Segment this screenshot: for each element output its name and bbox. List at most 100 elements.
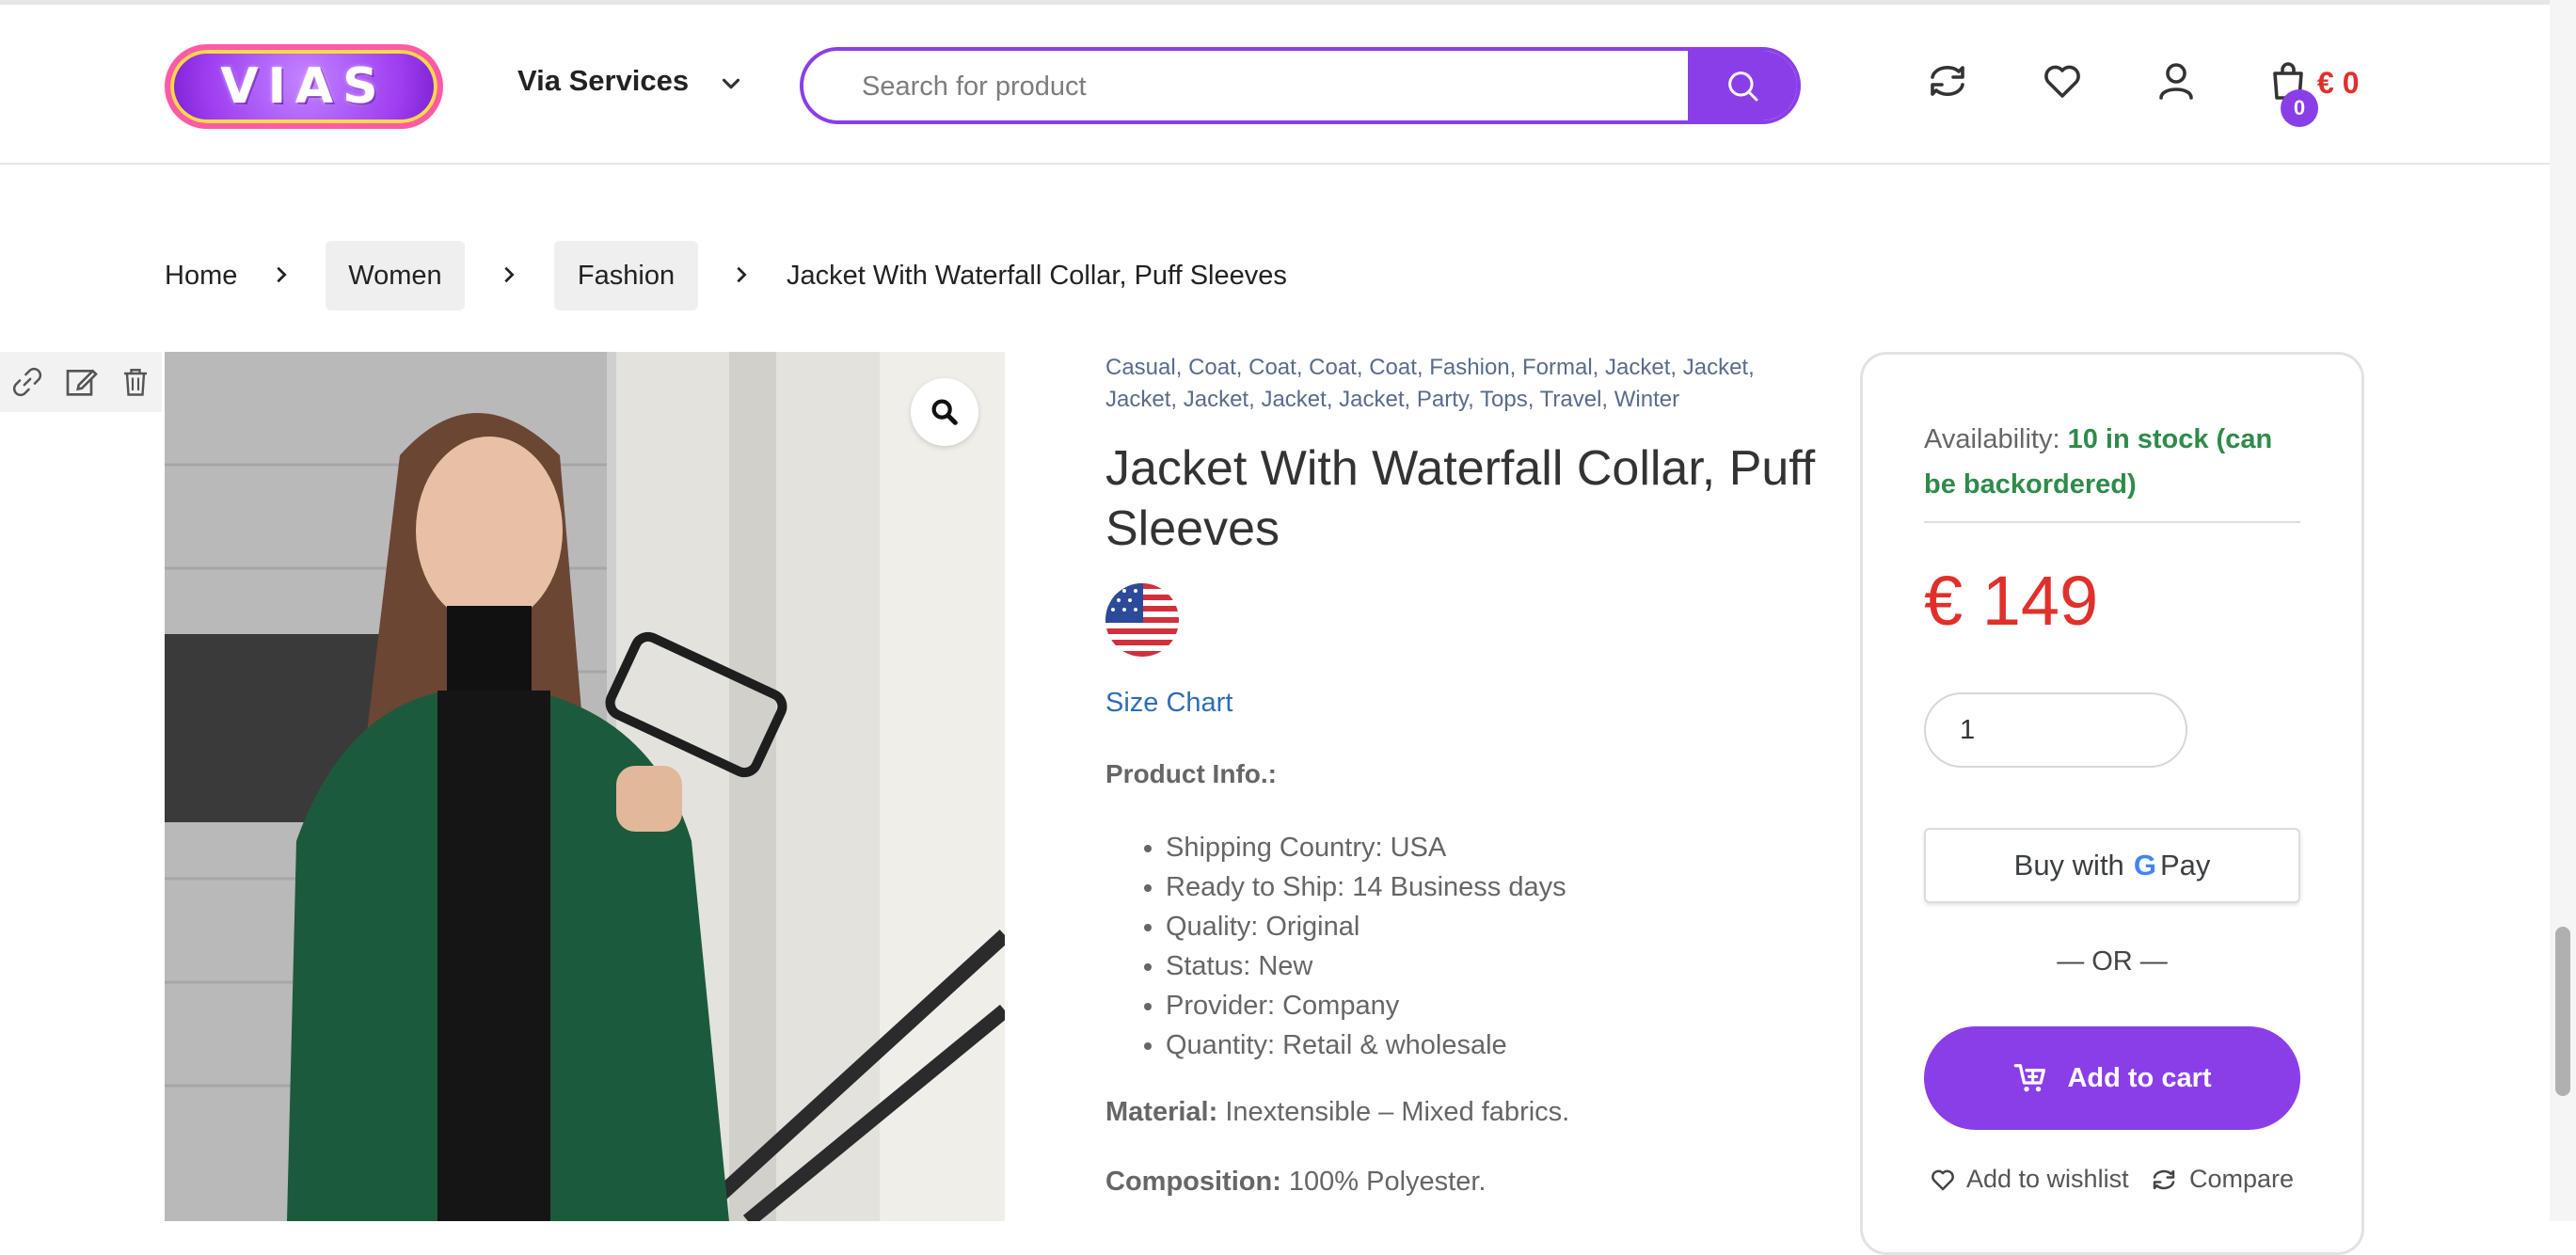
tag-separator: , — [1296, 355, 1310, 380]
link-icon[interactable] — [9, 364, 45, 400]
tag-separator: , — [1601, 387, 1614, 412]
breadcrumb-women[interactable]: Women — [326, 241, 465, 310]
tag-separator: , — [1170, 387, 1184, 412]
breadcrumb-current: Jacket With Waterfall Collar, Puff Sleev… — [787, 261, 1287, 291]
compare-link[interactable]: Compare — [2150, 1165, 2294, 1194]
tag-separator: , — [1592, 355, 1605, 380]
composition-label: Composition: — [1105, 1167, 1281, 1197]
compare-icon[interactable] — [1925, 58, 1970, 103]
product-title: Jacket With Waterfall Collar, Puff Sleev… — [1105, 441, 1816, 556]
site-logo[interactable]: VIAS — [165, 44, 443, 129]
edit-icon[interactable] — [63, 363, 101, 401]
tag-link[interactable]: Jacket — [1683, 355, 1748, 380]
magnifier-icon — [931, 399, 958, 425]
tag-separator: , — [1527, 387, 1540, 412]
cart-plus-icon — [2014, 1064, 2046, 1092]
wishlist-label: Add to wishlist — [1966, 1165, 2129, 1193]
product-image[interactable] — [165, 352, 1005, 1221]
divider — [1924, 521, 2300, 523]
compare-label: Compare — [2189, 1165, 2295, 1193]
composition-value: 100% Polyester. — [1280, 1167, 1487, 1197]
availability-label: Availability: — [1924, 424, 2068, 454]
image-edit-toolbar — [0, 352, 162, 412]
product-info-list: Shipping Country: USAReady to Ship: 14 B… — [1105, 828, 1566, 1065]
tag-link[interactable]: Jacket — [1261, 387, 1326, 412]
chevron-down-icon[interactable] — [717, 70, 745, 98]
info-list-item: Provider: Company — [1166, 986, 1566, 1025]
info-list-item: Ready to Ship: 14 Business days — [1166, 867, 1566, 907]
tag-link[interactable]: Party — [1417, 387, 1468, 412]
tag-separator: , — [1416, 355, 1430, 380]
tag-link[interactable]: Fashion — [1429, 355, 1509, 380]
or-separator: — OR — — [2057, 946, 2168, 977]
tag-link[interactable]: Casual — [1105, 355, 1176, 380]
tag-separator: , — [1235, 355, 1249, 380]
google-g-letter: G — [2133, 849, 2156, 882]
add-to-cart-button[interactable]: Add to cart — [1924, 1026, 2300, 1130]
tag-link[interactable]: Winter — [1614, 387, 1679, 412]
tag-link[interactable]: Coat — [1309, 355, 1357, 380]
tag-separator: , — [1248, 387, 1262, 412]
chevron-right-icon — [504, 266, 515, 283]
material-spec: Material: Inextensible – Mixed fabrics. — [1105, 1097, 1569, 1128]
material-label: Material: — [1105, 1097, 1218, 1127]
zoom-button[interactable] — [911, 378, 978, 446]
chevron-right-icon — [277, 266, 287, 283]
tag-separator: , — [1326, 387, 1340, 412]
heart-icon — [1932, 1169, 1954, 1190]
tag-link[interactable]: Travel — [1540, 387, 1602, 412]
tag-separator: , — [1175, 355, 1189, 380]
tag-link[interactable]: Jacket — [1605, 355, 1670, 380]
tag-link[interactable]: Tops — [1480, 387, 1528, 412]
info-list-item: Shipping Country: USA — [1166, 828, 1566, 867]
account-user-icon[interactable] — [2154, 58, 2199, 103]
scrollbar-thumb[interactable] — [2555, 927, 2570, 1096]
cart-count-badge: 0 — [2281, 89, 2318, 127]
product-photo — [165, 352, 1005, 1221]
product-info-heading: Product Info.: — [1105, 759, 1277, 788]
gpay-prefix: Buy with — [2013, 849, 2124, 882]
composition-spec: Composition: 100% Polyester. — [1105, 1167, 1487, 1198]
tag-link[interactable]: Jacket — [1339, 387, 1404, 412]
tag-separator: , — [1670, 355, 1683, 380]
availability: Availability: 10 in stock (can be backor… — [1924, 417, 2310, 507]
info-list-item: Quantity: Retail & wholesale — [1166, 1025, 1566, 1065]
search-input[interactable] — [803, 51, 1748, 120]
tag-separator: , — [1509, 355, 1522, 380]
tag-separator: , — [1468, 387, 1481, 412]
material-value: Inextensible – Mixed fabrics. — [1217, 1097, 1570, 1127]
wishlist-heart-icon[interactable] — [2040, 58, 2085, 103]
tag-separator: , — [1748, 355, 1755, 380]
chevron-right-icon — [737, 266, 747, 283]
size-chart-link[interactable]: Size Chart — [1105, 688, 1232, 719]
info-list-item: Quality: Original — [1166, 907, 1566, 946]
add-to-cart-label: Add to cart — [2067, 1062, 2212, 1093]
search-button[interactable] — [1688, 51, 1797, 120]
cart-total[interactable]: € 0 — [2317, 66, 2359, 101]
tag-link[interactable]: Formal — [1522, 355, 1593, 380]
tag-link[interactable]: Coat — [1188, 355, 1236, 380]
google-g-icon: G — [2134, 849, 2156, 882]
product-tags: Casual, Coat, Coat, Coat, Coat, Fashion,… — [1105, 352, 1783, 416]
usa-flag-icon — [1105, 583, 1179, 657]
nav-services-menu[interactable]: Via Services — [517, 64, 689, 98]
breadcrumb-home[interactable]: Home — [165, 261, 237, 292]
tag-link[interactable]: Coat — [1369, 355, 1417, 380]
tag-separator: , — [1404, 387, 1417, 412]
tag-link[interactable]: Coat — [1248, 355, 1296, 380]
search-bar — [800, 47, 1801, 124]
logo-text: VIAS — [220, 58, 388, 115]
info-list-item: Status: New — [1166, 946, 1566, 986]
gpay-pay: Pay — [2159, 849, 2211, 882]
add-to-wishlist-link[interactable]: Add to wishlist — [1929, 1165, 2129, 1194]
trash-icon[interactable] — [119, 363, 152, 401]
breadcrumb-fashion[interactable]: Fashion — [554, 241, 698, 310]
product-price: € 149 — [1924, 562, 2099, 640]
tag-link[interactable]: Jacket — [1105, 387, 1170, 412]
tag-separator: , — [1356, 355, 1370, 380]
quantity-input[interactable] — [1924, 692, 2187, 768]
compare-arrows-icon — [2153, 1169, 2175, 1189]
google-pay-button[interactable]: Buy with G Pay — [1924, 828, 2300, 903]
tag-link[interactable]: Jacket — [1184, 387, 1248, 412]
search-icon — [1728, 71, 1758, 102]
